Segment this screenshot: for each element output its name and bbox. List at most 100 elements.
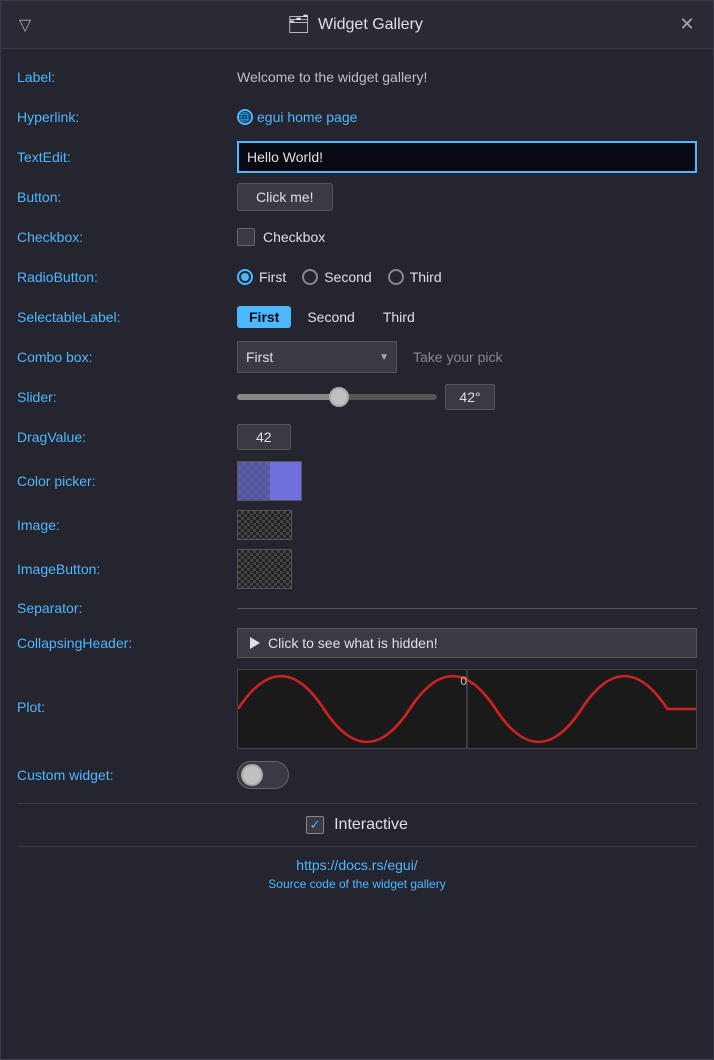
button-row-content: Click me! <box>237 183 697 211</box>
plot-area[interactable]: 0 <box>237 669 697 749</box>
color-picker-row-key: Color picker: <box>17 473 237 489</box>
checkbox-row-key: Checkbox: <box>17 229 237 245</box>
radio-third-label: Third <box>410 269 442 285</box>
radio-second-label: Second <box>324 269 371 285</box>
interactive-row: ✓ Interactive <box>17 803 697 846</box>
button-row: Button: Click me! <box>17 177 697 217</box>
checkbox-row-content: Checkbox <box>237 228 697 246</box>
slider-row: Slider: 42° <box>17 377 697 417</box>
combo-select[interactable]: First Second Third <box>237 341 397 373</box>
label-row: Label: Welcome to the widget gallery! <box>17 57 697 97</box>
label-row-value: Welcome to the widget gallery! <box>237 69 427 85</box>
color-picker-row-content <box>237 461 697 501</box>
dragvalue-row: DragValue: 42 <box>17 417 697 457</box>
custom-widget-row-content <box>237 761 697 789</box>
slider-thumb[interactable] <box>329 387 349 407</box>
window-title: Widget Gallery <box>318 16 423 34</box>
radio-second[interactable]: Second <box>302 269 371 285</box>
interactive-checkbox[interactable]: ✓ <box>306 816 324 834</box>
label-row-key: Label: <box>17 69 237 85</box>
hyperlink-link[interactable]: 🌐 egui home page <box>237 109 357 125</box>
separator-row: Separator: <box>17 593 697 623</box>
collapsing-header-row-content: Click to see what is hidden! <box>237 628 697 658</box>
color-picker-solid-half <box>270 462 302 500</box>
checkbox-row: Checkbox: Checkbox <box>17 217 697 257</box>
titlebar: ▽ 🗂 Widget Gallery ✕ <box>1 1 713 49</box>
toggle-container <box>237 761 289 789</box>
titlebar-left: ▽ <box>13 13 37 37</box>
color-picker-transparent-half <box>238 462 270 500</box>
toggle-switch[interactable] <box>237 761 289 789</box>
interactive-label: Interactive <box>334 816 408 834</box>
textedit-row-key: TextEdit: <box>17 149 237 165</box>
close-button[interactable]: ✕ <box>673 11 701 39</box>
checkbox-container[interactable]: Checkbox <box>237 228 325 246</box>
dragvalue-field[interactable]: 42 <box>237 424 291 450</box>
selectable-first[interactable]: First <box>237 306 291 328</box>
footer: https://docs.rs/egui/ Source code of the… <box>17 846 697 907</box>
image-placeholder <box>237 510 292 540</box>
radio-first[interactable]: First <box>237 269 286 285</box>
slider-track[interactable] <box>237 394 437 400</box>
titlebar-center: 🗂 Widget Gallery <box>287 14 423 35</box>
footer-sub: Source code of the widget gallery <box>268 877 445 891</box>
widget-gallery-window: ▽ 🗂 Widget Gallery ✕ Label: Welcome to t… <box>0 0 714 1060</box>
toggle-thumb <box>241 764 263 786</box>
radio-first-label: First <box>259 269 286 285</box>
image-row-key: Image: <box>17 517 237 533</box>
image-button[interactable] <box>237 549 292 589</box>
collapse-button[interactable]: ▽ <box>13 13 37 37</box>
selectable-third[interactable]: Third <box>371 306 427 328</box>
radio-group: First Second Third <box>237 269 442 285</box>
title-icon: 🗂 <box>287 14 310 35</box>
footer-link[interactable]: https://docs.rs/egui/ <box>296 857 417 873</box>
click-me-button[interactable]: Click me! <box>237 183 333 211</box>
combo-hint: Take your pick <box>413 349 502 365</box>
dragvalue-row-content: 42 <box>237 424 697 450</box>
selectable-label-row-content: First Second Third <box>237 306 697 328</box>
radiobutton-row-key: RadioButton: <box>17 269 237 285</box>
combo-wrapper: First Second Third ▼ <box>237 341 397 373</box>
collapsing-header-row: CollapsingHeader: Click to see what is h… <box>17 623 697 663</box>
hyperlink-row-content: 🌐 egui home page <box>237 109 697 125</box>
selectable-label-row-key: SelectableLabel: <box>17 309 237 325</box>
combo-box-row: Combo box: First Second Third ▼ Take you… <box>17 337 697 377</box>
slider-row-content: 42° <box>237 384 697 410</box>
textedit-input[interactable] <box>237 141 697 173</box>
radio-first-inner <box>241 273 249 281</box>
color-picker-swatch[interactable] <box>237 461 302 501</box>
hyperlink-row-key: Hyperlink: <box>17 109 237 125</box>
label-row-content: Welcome to the widget gallery! <box>237 69 697 85</box>
image-row: Image: <box>17 505 697 545</box>
image-button-row-key: ImageButton: <box>17 561 237 577</box>
plot-row-content: 0 <box>237 669 697 749</box>
selectable-second[interactable]: Second <box>295 306 366 328</box>
plot-row: Plot: 0 <box>17 663 697 755</box>
custom-widget-row: Custom widget: <box>17 755 697 795</box>
checkbox-box[interactable] <box>237 228 255 246</box>
plot-row-key: Plot: <box>17 669 237 715</box>
image-button-row: ImageButton: <box>17 545 697 593</box>
image-button-row-content <box>237 549 697 589</box>
slider-row-key: Slider: <box>17 389 237 405</box>
textedit-row: TextEdit: <box>17 137 697 177</box>
separator-line <box>237 608 697 609</box>
combo-box-row-key: Combo box: <box>17 349 237 365</box>
checkbox-label: Checkbox <box>263 229 325 245</box>
combo-box-row-content: First Second Third ▼ Take your pick <box>237 341 697 373</box>
collapsing-header-button[interactable]: Click to see what is hidden! <box>237 628 697 658</box>
radiobutton-row: RadioButton: First Second <box>17 257 697 297</box>
radio-third-outer <box>388 269 404 285</box>
selectable-group: First Second Third <box>237 306 427 328</box>
dragvalue-row-key: DragValue: <box>17 429 237 445</box>
collapsing-header-label: Click to see what is hidden! <box>268 635 438 651</box>
collapsing-header-row-key: CollapsingHeader: <box>17 635 237 651</box>
button-row-key: Button: <box>17 189 237 205</box>
color-picker-row: Color picker: <box>17 457 697 505</box>
slider-value-display: 42° <box>445 384 495 410</box>
triangle-right-icon <box>250 637 260 649</box>
hyperlink-row: Hyperlink: 🌐 egui home page <box>17 97 697 137</box>
radio-third[interactable]: Third <box>388 269 442 285</box>
radiobutton-row-content: First Second Third <box>237 269 697 285</box>
plot-svg <box>238 670 696 748</box>
